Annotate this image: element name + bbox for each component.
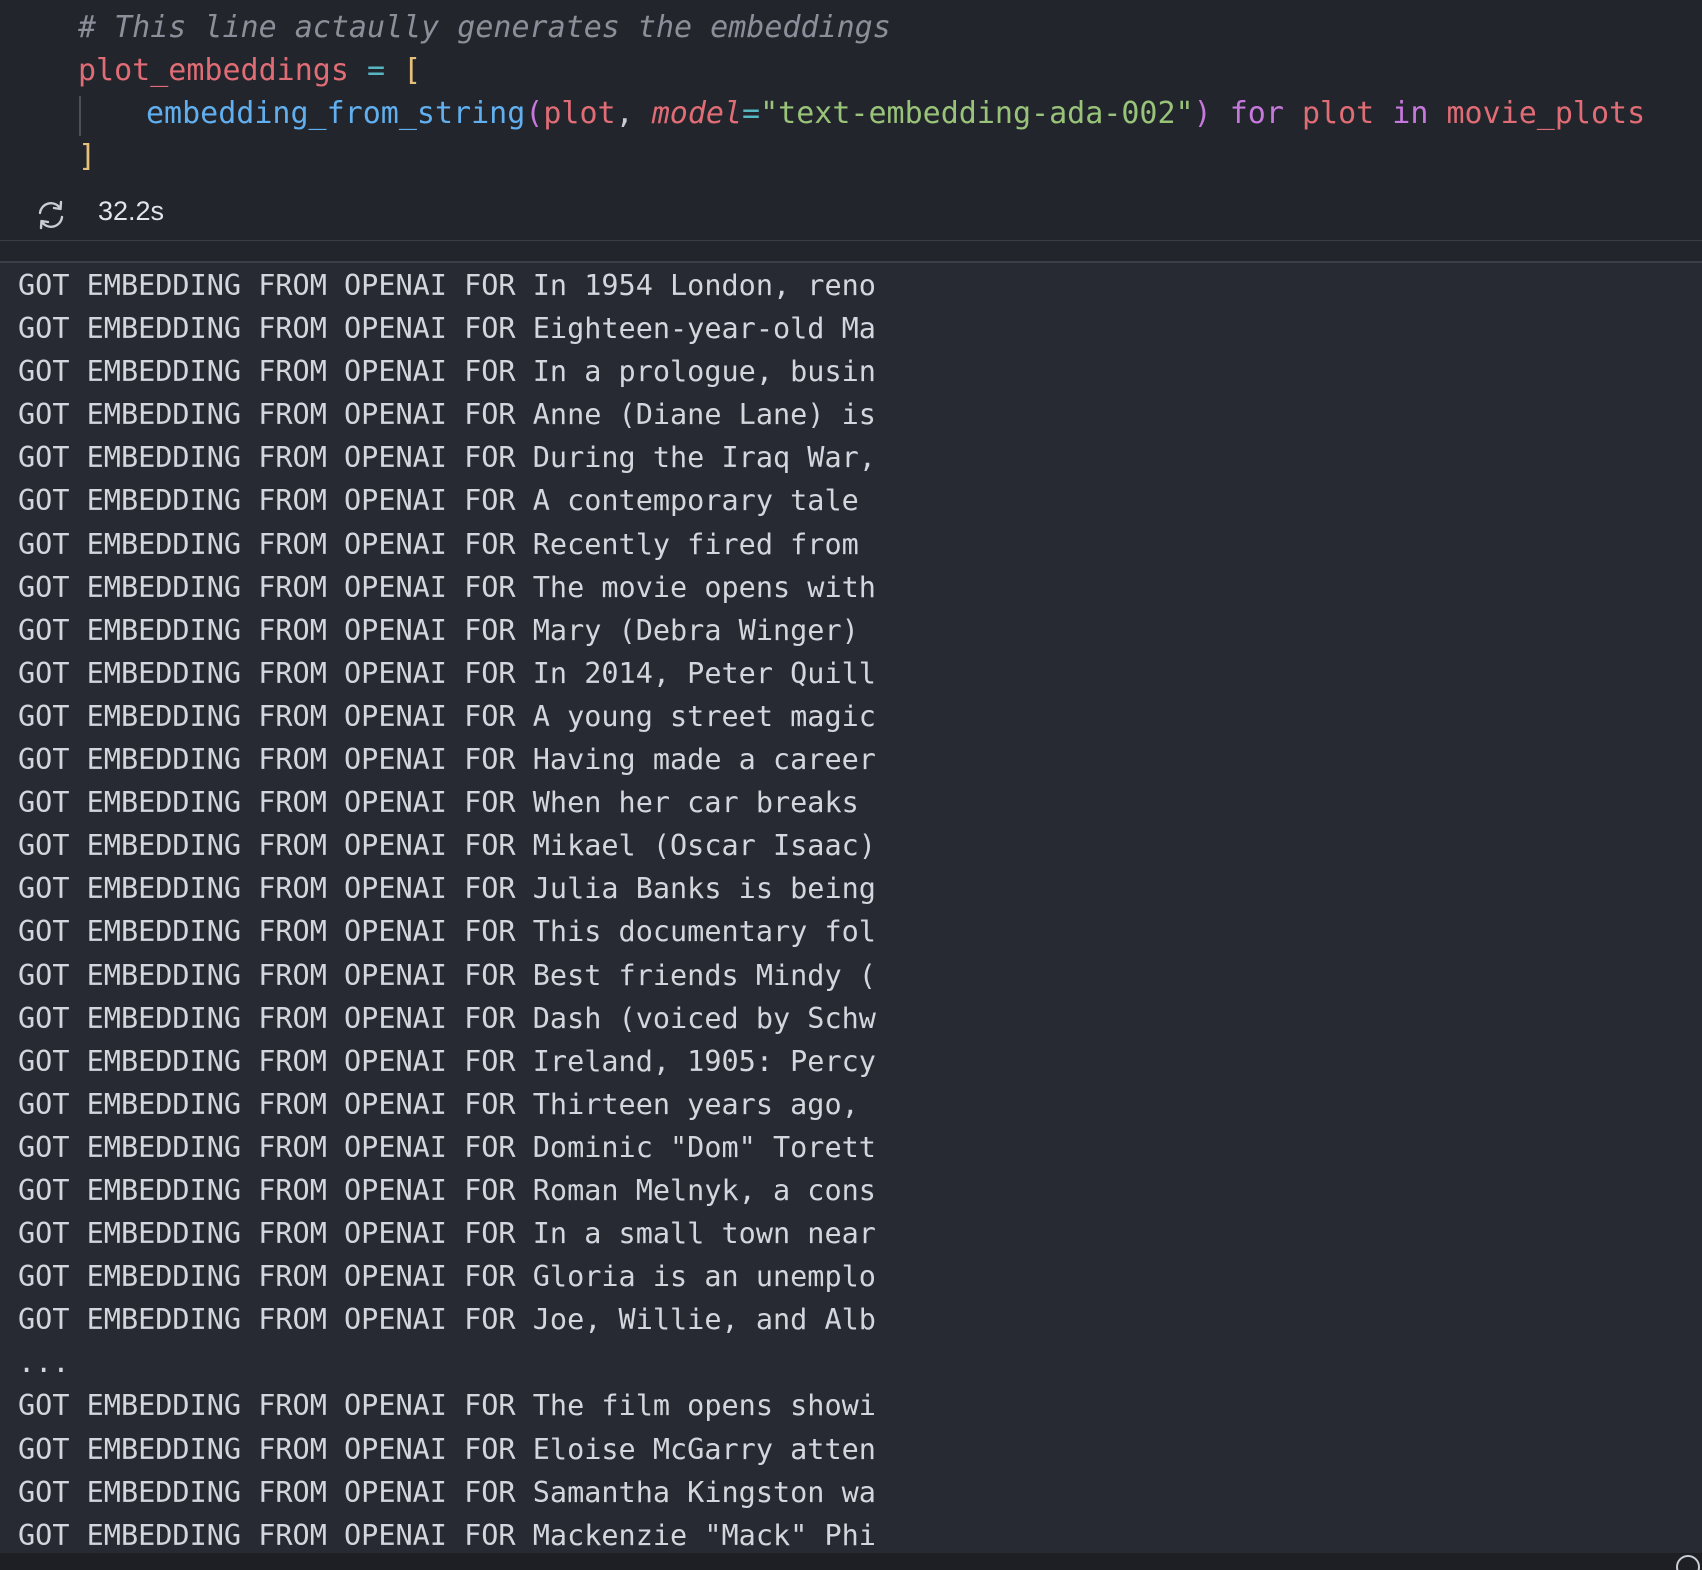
code-comment: # This line actaully generates the embed… <box>78 10 891 45</box>
output-line: GOT EMBEDDING FROM OPENAI FOR Eighteen-y… <box>18 312 876 346</box>
kwarg-value: "text-embedding-ada-002" <box>760 96 1194 131</box>
output-line: GOT EMBEDDING FROM OPENAI FOR The movie … <box>18 570 876 604</box>
output-line: GOT EMBEDDING FROM OPENAI FOR Dominic "D… <box>18 1130 876 1164</box>
output-line: GOT EMBEDDING FROM OPENAI FOR A young st… <box>18 699 876 733</box>
output-line: GOT EMBEDDING FROM OPENAI FOR Dash (voic… <box>18 1001 876 1035</box>
status-bar <box>0 1553 1702 1570</box>
code-cell[interactable]: # This line actaully generates the embed… <box>0 0 1702 262</box>
output-line: GOT EMBEDDING FROM OPENAI FOR Samantha K… <box>18 1475 876 1509</box>
output-line: GOT EMBEDDING FROM OPENAI FOR A contempo… <box>18 484 859 518</box>
elapsed-time: 32.2s <box>98 196 165 226</box>
output-line: GOT EMBEDDING FROM OPENAI FOR Eloise McG… <box>18 1432 876 1466</box>
code-assign-line[interactable]: plot_embeddings = [ <box>78 49 421 92</box>
output-line: GOT EMBEDDING FROM OPENAI FOR In 2014, P… <box>18 656 876 690</box>
kwarg-equals: = <box>742 96 761 131</box>
output-line: GOT EMBEDDING FROM OPENAI FOR Recently f… <box>18 527 859 561</box>
output-line: GOT EMBEDDING FROM OPENAI FOR When her c… <box>18 786 859 820</box>
cell-output[interactable]: GOT EMBEDDING FROM OPENAI FOR In 1954 Lo… <box>18 264 876 1557</box>
output-line: GOT EMBEDDING FROM OPENAI FOR In a small… <box>18 1217 876 1251</box>
close-bracket: ] <box>78 139 97 174</box>
arg-plot: plot <box>543 96 616 131</box>
output-line: GOT EMBEDDING FROM OPENAI FOR Best frien… <box>18 958 876 992</box>
paren-close: ) <box>1193 96 1212 131</box>
output-line: GOT EMBEDDING FROM OPENAI FOR Having mad… <box>18 743 876 777</box>
output-line: GOT EMBEDDING FROM OPENAI FOR Roman Meln… <box>18 1173 876 1207</box>
refresh-icon[interactable] <box>34 198 68 232</box>
output-line: GOT EMBEDDING FROM OPENAI FOR In 1954 Lo… <box>18 269 876 302</box>
execution-status: 32.2s <box>0 190 1702 238</box>
output-line: GOT EMBEDDING FROM OPENAI FOR Ireland, 1… <box>18 1044 876 1078</box>
output-line: GOT EMBEDDING FROM OPENAI FOR During the… <box>18 441 876 475</box>
output-line: GOT EMBEDDING FROM OPENAI FOR Thirteen y… <box>18 1087 859 1121</box>
code-comprehension-line[interactable]: embedding_from_string(plot, model="text-… <box>146 92 1645 135</box>
indent-guide <box>79 96 81 136</box>
comma: , <box>615 96 652 131</box>
loop-variable: plot <box>1301 96 1375 131</box>
cell-divider <box>0 240 1702 241</box>
kwarg-name: model <box>651 96 743 131</box>
output-ellipsis: ... <box>18 1346 70 1380</box>
code-close-line[interactable]: ] <box>78 135 96 178</box>
output-line: GOT EMBEDDING FROM OPENAI FOR Joe, Willi… <box>18 1303 876 1337</box>
code-comment-line[interactable]: # This line actaully generates the embed… <box>78 6 891 49</box>
output-line: GOT EMBEDDING FROM OPENAI FOR Gloria is … <box>18 1260 876 1294</box>
output-line: GOT EMBEDDING FROM OPENAI FOR Mikael (Os… <box>18 829 876 863</box>
output-line: GOT EMBEDDING FROM OPENAI FOR Anne (Dian… <box>18 398 876 432</box>
output-line: GOT EMBEDDING FROM OPENAI FOR This docum… <box>18 915 876 949</box>
output-line: GOT EMBEDDING FROM OPENAI FOR Julia Bank… <box>18 872 876 906</box>
assign-variable: plot_embeddings <box>78 53 349 88</box>
function-name: embedding_from_string <box>146 96 526 131</box>
keyword-for: for <box>1211 96 1302 131</box>
keyword-in: in <box>1374 96 1447 131</box>
output-divider <box>0 261 1702 263</box>
notification-icon[interactable] <box>1676 1555 1700 1570</box>
iterable: movie_plots <box>1446 96 1646 131</box>
output-line: GOT EMBEDDING FROM OPENAI FOR The film o… <box>18 1389 876 1423</box>
output-line: GOT EMBEDDING FROM OPENAI FOR Mackenzie … <box>18 1518 876 1552</box>
paren-open: ( <box>525 96 544 131</box>
output-line: GOT EMBEDDING FROM OPENAI FOR Mary (Debr… <box>18 613 859 647</box>
open-bracket: [ <box>403 53 422 88</box>
output-line: GOT EMBEDDING FROM OPENAI FOR In a prolo… <box>18 355 876 389</box>
assign-operator: = <box>348 53 404 88</box>
